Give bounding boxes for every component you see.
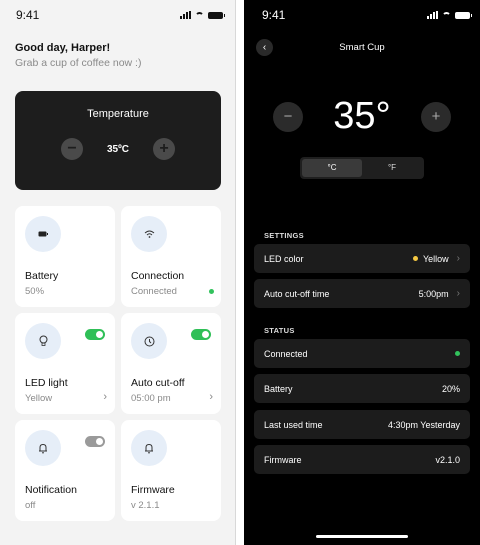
unit-fahrenheit[interactable]: °F <box>362 159 422 177</box>
signal-icon <box>427 11 438 19</box>
tile-name: Connection <box>131 270 185 282</box>
temperature-increase-button[interactable]: + <box>153 138 175 160</box>
tile-value: off <box>25 500 36 511</box>
chevron-right-icon: › <box>209 391 213 403</box>
greeting-block: Good day, Harper! Grab a cup of coffee n… <box>0 30 235 69</box>
chevron-right-icon: › <box>456 253 460 264</box>
device-tiles: Battery 50% Connection Connected LED lig… <box>15 206 222 521</box>
tile-name: Battery <box>25 270 59 282</box>
auto-cutoff-toggle[interactable] <box>191 329 211 340</box>
row-label: Firmware <box>264 454 302 465</box>
temperature-decrease-button[interactable]: − <box>61 138 83 160</box>
battery-status-icon <box>455 11 472 19</box>
tile-name: Auto cut-off <box>131 377 185 389</box>
row-label: Last used time <box>264 419 323 430</box>
temperature-control: − 35° + <box>244 95 480 138</box>
row-value: Yellow <box>422 253 449 264</box>
bell-icon <box>131 430 167 466</box>
connected-status-dot <box>209 289 214 294</box>
temperature-decrease-button[interactable]: − <box>273 101 303 132</box>
temperature-card: Temperature − 35ºC + <box>15 91 221 190</box>
temperature-value: 35° <box>333 95 391 137</box>
row-value: v2.1.0 <box>435 454 460 465</box>
system-icons <box>180 11 225 19</box>
row-value: 20% <box>441 383 460 394</box>
bell-icon <box>25 430 61 466</box>
chevron-right-icon: › <box>103 391 107 403</box>
connected-row: Connected <box>254 339 470 368</box>
nav-bar: ‹ Smart Cup <box>244 32 480 62</box>
tile-name: Notification <box>25 484 77 496</box>
firmware-row: Firmware v2.1.0 <box>254 445 470 474</box>
greeting-subtitle: Grab a cup of coffee now :) <box>15 57 142 69</box>
status-header: STATUS <box>264 326 295 335</box>
row-label: Battery <box>264 383 293 394</box>
auto-cutoff-time-row[interactable]: Auto cut-off time 5:00pm › <box>254 279 470 308</box>
unit-selector: °C °F <box>300 157 424 179</box>
notification-toggle[interactable] <box>85 436 105 447</box>
lightbulb-icon <box>25 323 61 359</box>
tile-name: Firmware <box>131 484 175 496</box>
firmware-tile[interactable]: Firmware v 2.1.1 <box>121 420 221 521</box>
row-value: 5:00pm <box>418 288 449 299</box>
row-label: Connected <box>264 348 308 359</box>
smart-cup-detail-screen: 9:41 ‹ Smart Cup − 35° + °C °F SETTINGS … <box>244 0 480 545</box>
battery-tile[interactable]: Battery 50% <box>15 206 115 307</box>
battery-row: Battery 20% <box>254 374 470 403</box>
row-label: Auto cut-off time <box>264 288 330 299</box>
yellow-color-dot <box>412 256 418 261</box>
status-time: 9:41 <box>16 8 40 22</box>
system-icons <box>427 11 472 19</box>
battery-icon <box>25 216 61 252</box>
temperature-increase-button[interactable]: + <box>421 101 451 132</box>
chevron-right-icon: › <box>456 288 460 299</box>
led-color-row[interactable]: LED color Yellow › <box>254 244 470 273</box>
tile-value: Yellow <box>25 393 53 404</box>
tile-name: LED light <box>25 377 68 389</box>
tile-value: Connected <box>131 286 177 297</box>
status-time: 9:41 <box>262 8 286 22</box>
tile-value: v 2.1.1 <box>131 500 160 511</box>
greeting-title: Good day, Harper! <box>15 42 111 54</box>
led-light-toggle[interactable] <box>85 329 105 340</box>
connected-status-dot <box>455 351 460 356</box>
tile-value: 05:00 pm <box>131 393 171 404</box>
status-bar: 9:41 <box>244 0 480 30</box>
row-label: LED color <box>264 253 304 264</box>
dashboard-screen: 9:41 Good day, Harper! Grab a cup of cof… <box>0 0 236 545</box>
led-light-tile[interactable]: LED light Yellow › <box>15 313 115 414</box>
home-indicator[interactable] <box>316 535 408 538</box>
row-value: 4:30pm Yesterday <box>387 419 460 430</box>
status-bar: 9:41 <box>0 0 235 30</box>
last-used-time-row: Last used time 4:30pm Yesterday <box>254 410 470 439</box>
page-title: Smart Cup <box>339 42 385 53</box>
connection-tile[interactable]: Connection Connected <box>121 206 221 307</box>
notification-tile[interactable]: Notification off <box>15 420 115 521</box>
settings-header: SETTINGS <box>264 231 304 240</box>
signal-icon <box>180 11 191 19</box>
wifi-status-icon <box>442 11 451 19</box>
battery-status-icon <box>208 11 225 19</box>
unit-celsius[interactable]: °C <box>302 159 362 177</box>
wifi-status-icon <box>195 11 204 19</box>
temperature-value: 35ºC <box>107 143 129 155</box>
tile-value: 50% <box>25 286 45 297</box>
wifi-icon <box>131 216 167 252</box>
temperature-title: Temperature <box>87 108 149 120</box>
clock-icon <box>131 323 167 359</box>
auto-cutoff-tile[interactable]: Auto cut-off 05:00 pm › <box>121 313 221 414</box>
